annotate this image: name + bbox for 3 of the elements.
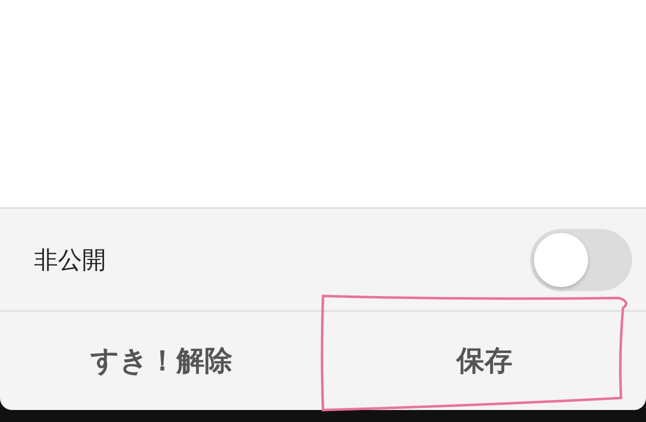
- setting-label: 非公開: [34, 244, 106, 276]
- action-button[interactable]: すき！解除: [0, 312, 323, 410]
- action-button[interactable]: 保存: [323, 312, 646, 410]
